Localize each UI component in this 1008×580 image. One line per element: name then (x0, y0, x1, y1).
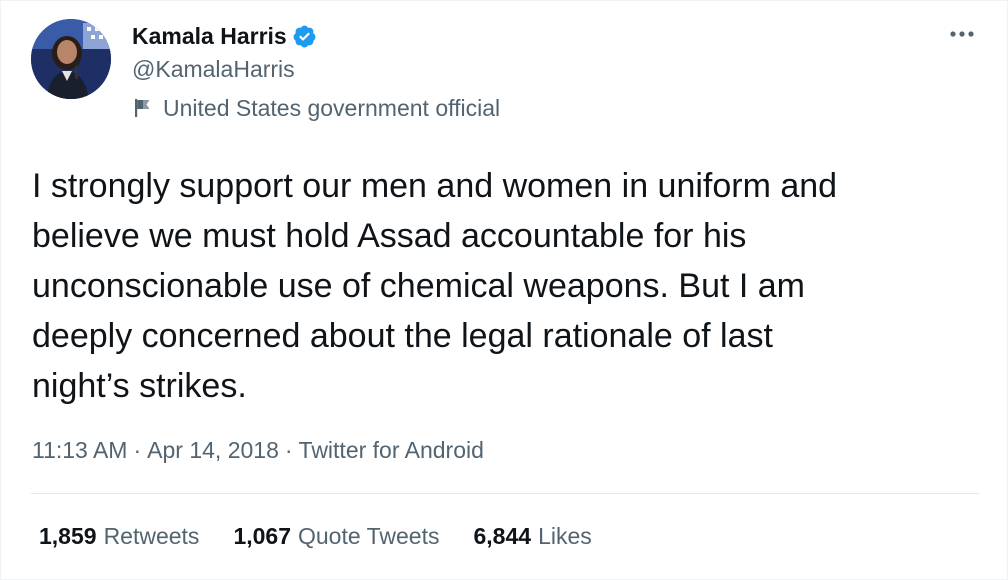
likes-label: Likes (538, 523, 592, 549)
user-handle[interactable]: @KamalaHarris (132, 56, 295, 83)
verified-badge-icon (293, 25, 316, 47)
tweet-source[interactable]: Twitter for Android (299, 437, 484, 464)
display-name-row: Kamala Harris (132, 21, 317, 51)
more-horizontal-icon (950, 31, 974, 37)
tweet-time[interactable]: 11:13 AM (32, 437, 127, 464)
account-label[interactable]: United States government official (134, 93, 500, 123)
retweets-label: Retweets (103, 523, 200, 549)
likes-count: 6,844 (473, 523, 532, 549)
engagement-stats: 1,859 Retweets 1,067 Quote Tweets 6,844 … (39, 523, 626, 550)
tweet-metadata: 11:13 AM · Apr 14, 2018 · Twitter for An… (32, 437, 484, 464)
display-name[interactable]: Kamala Harris (132, 23, 287, 50)
avatar[interactable] (31, 19, 111, 99)
tweet-card: Kamala Harris @KamalaHarris United State… (0, 0, 1008, 580)
retweets-stat[interactable]: 1,859 Retweets (39, 523, 199, 550)
quote-tweets-label: Quote Tweets (298, 523, 440, 549)
retweets-count: 1,859 (39, 523, 97, 549)
avatar-image (31, 19, 111, 99)
likes-stat[interactable]: 6,844 Likes (474, 523, 592, 550)
quote-tweets-stat[interactable]: 1,067 Quote Tweets (233, 523, 439, 550)
tweet-date[interactable]: Apr 14, 2018 (147, 437, 279, 464)
flag-icon (135, 99, 150, 117)
quote-tweets-count: 1,067 (233, 523, 291, 549)
account-label-text: United States government official (163, 94, 501, 121)
meta-separator: · (133, 437, 142, 463)
meta-separator: · (284, 437, 293, 463)
tweet-text: I strongly support our men and women in … (32, 167, 838, 405)
divider (31, 493, 979, 494)
more-options-button[interactable] (947, 23, 977, 45)
